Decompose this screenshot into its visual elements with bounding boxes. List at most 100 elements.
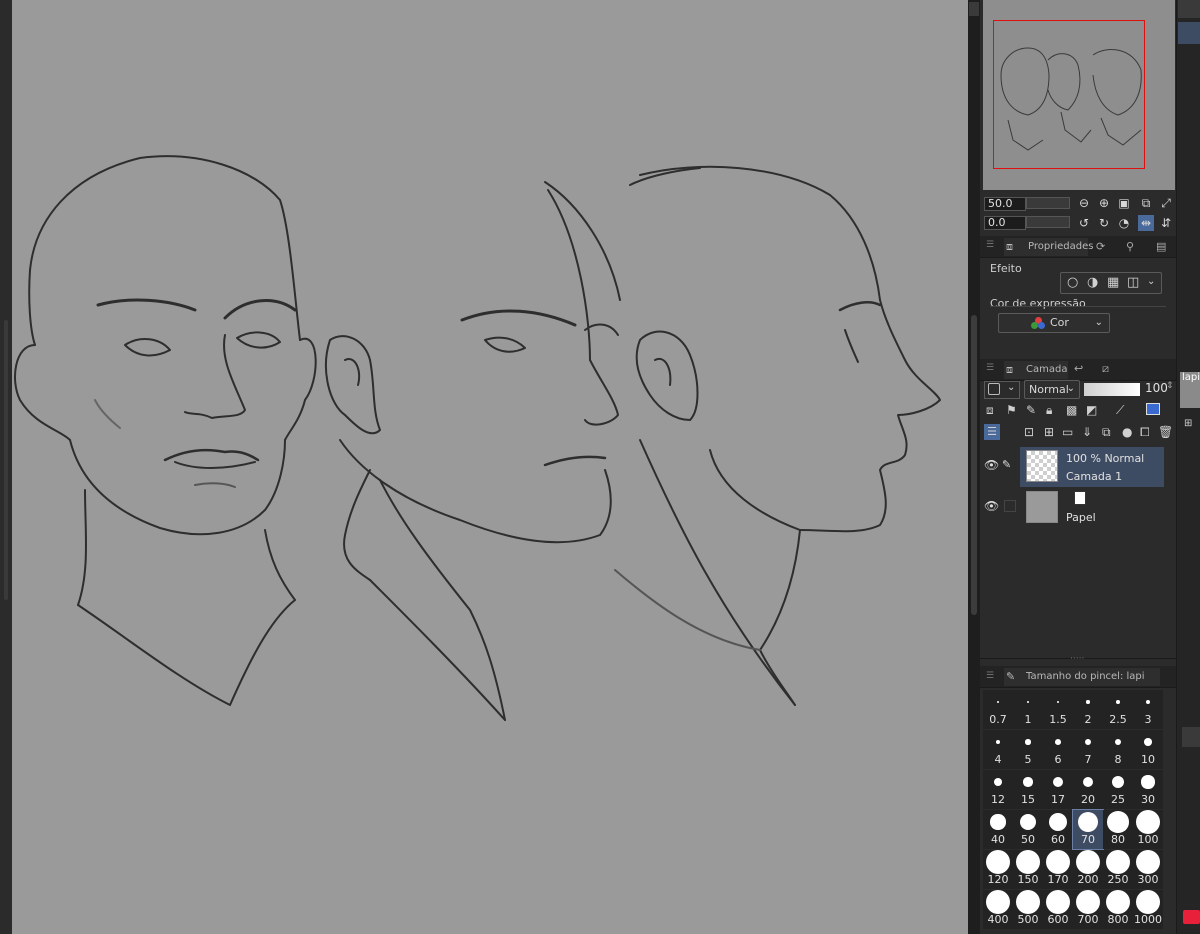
layer-clip-icon[interactable]: ⧈: [986, 403, 994, 418]
tab-history-icon[interactable]: ↩: [1074, 362, 1083, 375]
brush-size-option[interactable]: 2: [1073, 690, 1103, 729]
ruler-enable-icon[interactable]: ⟋: [1116, 403, 1124, 418]
brush-size-option[interactable]: 400: [983, 890, 1013, 929]
tab-menu-icon[interactable]: ▤: [1156, 240, 1166, 253]
reference-layer-icon[interactable]: ⚑: [1006, 403, 1017, 417]
brush-size-option[interactable]: 17: [1043, 770, 1073, 809]
tab-sub-tool-detail-icon[interactable]: ⟳: [1096, 240, 1105, 253]
brush-size-option[interactable]: 120: [983, 850, 1013, 889]
panel-grip-icon[interactable]: ☰: [986, 240, 994, 250]
panel-scrollbar-thumb[interactable]: [971, 315, 977, 615]
expression-color-dropdown[interactable]: Cor ⌄: [998, 313, 1110, 333]
brush-size-option[interactable]: 8: [1103, 730, 1133, 769]
brush-size-option[interactable]: 250: [1103, 850, 1133, 889]
brush-size-option[interactable]: 20: [1073, 770, 1103, 809]
scroll-up-button[interactable]: [969, 2, 979, 16]
brush-size-option[interactable]: 4: [983, 730, 1013, 769]
brush-size-option[interactable]: 170: [1043, 850, 1073, 889]
new-folder-icon[interactable]: ▭: [1062, 425, 1073, 439]
resize-grip-icon[interactable]: ·····: [1070, 654, 1084, 664]
eye-icon[interactable]: 👁︎: [984, 499, 999, 513]
brush-size-option[interactable]: 2.5: [1103, 690, 1133, 729]
tab-brush-size[interactable]: ✎ Tamanho do pincel: lapi: [1004, 668, 1160, 686]
merge-down-icon[interactable]: ⧉: [1102, 425, 1111, 440]
brush-size-option[interactable]: 1: [1013, 690, 1043, 729]
pen-tool-icon[interactable]: [1178, 0, 1200, 18]
flip-vertical-icon[interactable]: ⇵: [1158, 215, 1174, 231]
brush-size-option[interactable]: 15: [1013, 770, 1043, 809]
brush-size-option[interactable]: 25: [1103, 770, 1133, 809]
tab-properties[interactable]: ⧈ Propriedades: [1004, 238, 1093, 256]
sub-tool-tab[interactable]: lapi: [1180, 372, 1200, 408]
chevron-down-icon[interactable]: ⌄: [1147, 276, 1155, 287]
apply-mask-icon[interactable]: ⧠: [1140, 425, 1150, 440]
actual-size-icon[interactable]: ⧉: [1138, 195, 1154, 211]
blend-mode-dropdown[interactable]: Normal ⌄: [1024, 380, 1080, 399]
left-scrollbar[interactable]: [4, 320, 8, 600]
add-icon[interactable]: ⊞: [1184, 418, 1192, 429]
drawing-canvas[interactable]: [0, 0, 968, 934]
layer-row-camada-1[interactable]: 100 % Normal Camada 1: [1020, 447, 1164, 487]
brush-size-option[interactable]: 200: [1073, 850, 1103, 889]
brush-size-option[interactable]: 30: [1133, 770, 1163, 809]
zoom-slider[interactable]: [1026, 197, 1070, 209]
reset-rotation-icon[interactable]: ◔: [1116, 215, 1132, 231]
brush-size-option[interactable]: 300: [1133, 850, 1163, 889]
zoom-out-icon[interactable]: ⊖: [1076, 195, 1092, 211]
panel-grip-icon[interactable]: ☰: [986, 363, 994, 373]
zoom-in-icon[interactable]: ⊕: [1096, 195, 1112, 211]
brush-size-option[interactable]: 800: [1103, 890, 1133, 929]
layer-row-papel[interactable]: Papel: [1020, 488, 1164, 528]
new-raster-layer-icon[interactable]: ⊡: [1024, 425, 1034, 439]
brush-size-option[interactable]: 100: [1133, 810, 1163, 849]
brush-size-option[interactable]: 600: [1043, 890, 1073, 929]
sub-tool-slot[interactable]: [1182, 727, 1200, 747]
brush-size-option[interactable]: 80: [1103, 810, 1133, 849]
brush-size-option[interactable]: 700: [1073, 890, 1103, 929]
eye-icon[interactable]: 👁︎: [984, 458, 999, 472]
brush-size-option[interactable]: 7: [1073, 730, 1103, 769]
lock-transparency-icon[interactable]: ▩: [1066, 403, 1077, 417]
rotate-left-icon[interactable]: ↺: [1076, 215, 1092, 231]
panel-grip-icon[interactable]: ☰: [986, 671, 994, 681]
layer-color-icon[interactable]: [1146, 403, 1160, 415]
transfer-down-icon[interactable]: ⇓: [1082, 425, 1092, 439]
lock-icon[interactable]: 🔒︎: [1046, 403, 1052, 418]
layer-list-view-icon[interactable]: ☰: [984, 424, 1000, 440]
pencil-icon[interactable]: ✎: [1002, 458, 1011, 471]
brush-size-option[interactable]: 60: [1043, 810, 1073, 849]
brush-size-option[interactable]: 1.5: [1043, 690, 1073, 729]
brush-size-option[interactable]: 5: [1013, 730, 1043, 769]
tab-auto-action-icon[interactable]: ⧄: [1102, 362, 1109, 376]
brush-size-option[interactable]: 40: [983, 810, 1013, 849]
brush-size-option[interactable]: 0.7: [983, 690, 1013, 729]
brush-size-option[interactable]: 1000: [1133, 890, 1163, 929]
create-mask-icon[interactable]: ●: [1122, 425, 1132, 439]
brush-size-option[interactable]: 10: [1133, 730, 1163, 769]
brush-size-option[interactable]: 150: [1013, 850, 1043, 889]
fit-window-icon[interactable]: ⤢: [1158, 195, 1174, 211]
fit-view-icon[interactable]: ▣: [1116, 195, 1132, 211]
new-vector-layer-icon[interactable]: ⊞: [1044, 425, 1054, 439]
effect-tone-icon[interactable]: ◑: [1087, 275, 1098, 290]
brush-size-option[interactable]: 50: [1013, 810, 1043, 849]
tab-layer[interactable]: ⧈ Camada: [1004, 361, 1068, 379]
rotate-right-icon[interactable]: ↻: [1096, 215, 1112, 231]
layer-mask-dropdown[interactable]: ⌄: [984, 381, 1020, 399]
opacity-stepper-icon[interactable]: ⇕: [1166, 381, 1174, 391]
brush-size-option[interactable]: 12: [983, 770, 1013, 809]
mask-enable-icon[interactable]: ◩: [1086, 403, 1097, 417]
draft-layer-icon[interactable]: ✎: [1026, 403, 1036, 417]
brush-size-option[interactable]: 70: [1072, 809, 1104, 850]
brush-size-option[interactable]: 6: [1043, 730, 1073, 769]
navigator-view-frame[interactable]: [993, 20, 1145, 169]
tab-search-icon[interactable]: ⚲: [1126, 240, 1134, 253]
brush-size-option[interactable]: 500: [1013, 890, 1043, 929]
effect-screentone-icon[interactable]: ▦: [1107, 275, 1119, 290]
brush-size-option[interactable]: 3: [1133, 690, 1163, 729]
rotation-slider[interactable]: [1026, 216, 1070, 228]
flip-horizontal-icon[interactable]: ⇹: [1138, 215, 1154, 231]
selected-tool-slot[interactable]: [1178, 22, 1200, 44]
zoom-input[interactable]: 50.0: [984, 197, 1026, 211]
effect-layer-color-icon[interactable]: ◫: [1127, 275, 1139, 290]
